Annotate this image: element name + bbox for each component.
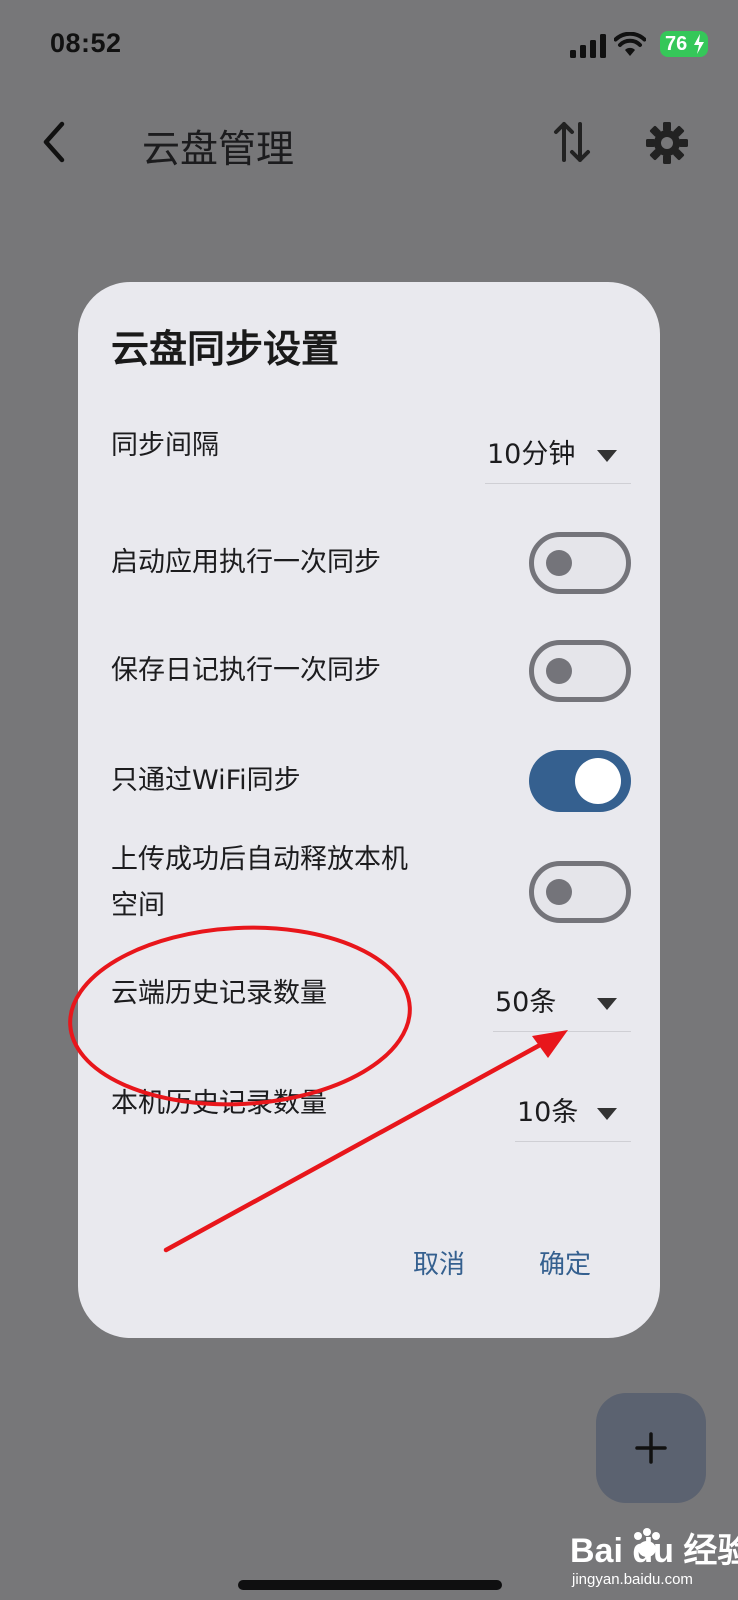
charging-bolt-icon xyxy=(694,34,704,54)
local-history-row: 本机历史记录数量 10条 xyxy=(111,1080,631,1150)
sync-interval-dropdown[interactable]: 10分钟 xyxy=(485,422,631,484)
wifi-only-toggle[interactable] xyxy=(529,750,631,812)
cloud-history-label: 云端历史记录数量 xyxy=(111,978,327,1009)
dialog-title: 云盘同步设置 xyxy=(111,327,340,371)
battery-icon: 76 xyxy=(660,31,708,57)
toggle-knob xyxy=(546,879,572,905)
auto-free-space-label-line2: 空间 xyxy=(111,890,165,921)
sync-on-save-label: 保存日记执行一次同步 xyxy=(111,655,381,686)
sync-interval-value: 10分钟 xyxy=(487,439,576,470)
toggle-knob xyxy=(575,758,621,804)
confirm-button[interactable]: 确定 xyxy=(539,1244,591,1281)
wifi-icon xyxy=(614,32,646,56)
auto-free-space-label-line1: 上传成功后自动释放本机 xyxy=(111,844,408,875)
auto-free-space-row: 上传成功后自动释放本机 空间 xyxy=(111,838,631,934)
toggle-knob xyxy=(546,658,572,684)
wifi-only-row: 只通过WiFi同步 xyxy=(111,750,631,812)
auto-free-space-toggle[interactable] xyxy=(529,861,631,923)
cloud-history-value: 50条 xyxy=(495,987,557,1018)
add-fab-button[interactable] xyxy=(596,1393,706,1503)
chevron-down-icon xyxy=(597,1108,617,1120)
cloud-history-dropdown[interactable]: 50条 xyxy=(493,970,631,1032)
sync-on-launch-row: 启动应用执行一次同步 xyxy=(111,532,631,594)
sync-settings-dialog: 云盘同步设置 同步间隔 10分钟 启动应用执行一次同步 保存日记执行一次同步 只… xyxy=(78,282,660,1338)
sort-icon[interactable] xyxy=(552,120,592,164)
cloud-history-row: 云端历史记录数量 50条 xyxy=(111,970,631,1040)
local-history-value: 10条 xyxy=(517,1097,579,1128)
watermark-url: jingyan.baidu.com xyxy=(572,1571,693,1588)
gear-icon[interactable] xyxy=(646,122,688,164)
toggle-knob xyxy=(546,550,572,576)
wifi-only-label: 只通过WiFi同步 xyxy=(111,765,301,796)
sync-on-launch-toggle[interactable] xyxy=(529,532,631,594)
sync-on-save-toggle[interactable] xyxy=(529,640,631,702)
page-title: 云盘管理 xyxy=(142,127,295,171)
back-icon[interactable] xyxy=(38,120,72,164)
sync-on-launch-label: 启动应用执行一次同步 xyxy=(111,547,381,578)
sync-interval-row: 同步间隔 10分钟 xyxy=(111,422,631,492)
chevron-down-icon xyxy=(597,450,617,462)
baidu-watermark: Bai du 经验 jingyan.baidu.com xyxy=(570,1523,738,1593)
status-time: 08:52 xyxy=(50,28,122,58)
signal-icon xyxy=(570,34,606,58)
local-history-label: 本机历史记录数量 xyxy=(111,1088,327,1119)
sync-interval-label: 同步间隔 xyxy=(111,430,219,461)
home-indicator xyxy=(238,1580,502,1590)
local-history-dropdown[interactable]: 10条 xyxy=(515,1080,631,1142)
paw-icon xyxy=(634,1528,660,1557)
chevron-down-icon xyxy=(597,998,617,1010)
cancel-button[interactable]: 取消 xyxy=(413,1244,465,1281)
battery-level: 76 xyxy=(665,33,688,55)
sync-on-save-row: 保存日记执行一次同步 xyxy=(111,640,631,702)
plus-icon xyxy=(635,1432,667,1464)
